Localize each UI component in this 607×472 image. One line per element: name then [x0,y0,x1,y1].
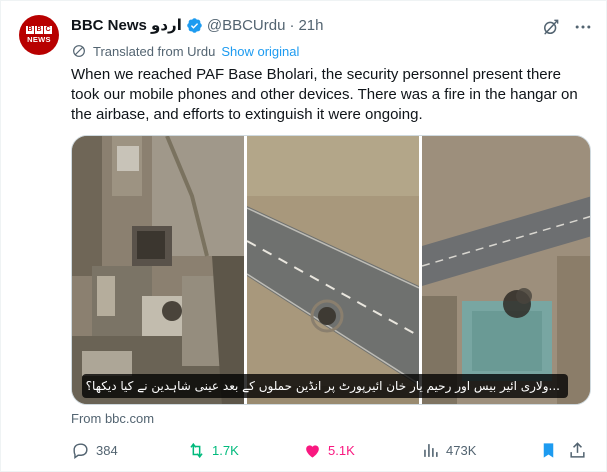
retweet-icon [190,442,203,459]
logo-letter-1: B [26,26,34,34]
like-button[interactable]: 5.1K [303,441,355,460]
bookmark-button[interactable] [539,441,558,460]
tweet-container[interactable]: B B C NEWS BBC News اردو @BBCUrdu · 21h … [0,0,607,472]
share-icon [570,442,585,458]
logo-letter-3: C [44,26,52,34]
views-button[interactable]: 473K [421,441,476,460]
translated-label: Translated from Urdu [93,43,216,59]
link-card[interactable]: ...ولاری ائیر بیس اور رحیم یار خان ائیرپ… [71,135,591,405]
grok-icon[interactable] [541,17,561,37]
timestamp[interactable]: 21h [298,17,323,34]
show-original-link[interactable]: Show original [221,44,299,59]
retweet-count: 1.7K [212,443,239,458]
separator-dot: · [289,16,295,34]
reply-count: 384 [96,443,118,458]
views-icon [424,444,438,457]
tweet-header: BBC News اردو @BBCUrdu · 21h [71,16,323,35]
satellite-image-1 [72,136,244,404]
verified-badge-icon[interactable] [186,17,203,34]
avatar[interactable]: B B C NEWS [19,15,59,55]
retweet-button[interactable]: 1.7K [187,441,239,460]
logo-letter-2: B [35,26,43,34]
views-count: 473K [446,443,477,458]
logo-news-text: NEWS [27,35,51,44]
handle[interactable]: @BBCUrdu [207,17,286,34]
reply-button[interactable]: 384 [71,441,118,460]
satellite-image-2 [247,136,419,404]
tweet-text: When we reached PAF Base Bholari, the se… [71,66,578,123]
bbc-logo: B B C [26,26,52,34]
satellite-image-3 [422,136,590,404]
share-button[interactable] [568,441,587,460]
translate-icon [73,45,85,57]
display-name[interactable]: BBC News اردو [71,16,182,34]
card-caption: ...ولاری ائیر بیس اور رحیم یار خان ائیرپ… [82,374,568,398]
reply-icon [73,443,88,460]
more-options-icon[interactable] [573,17,593,37]
heart-icon [306,445,319,458]
translation-notice: Translated from Urdu Show original [71,43,299,59]
card-source[interactable]: From bbc.com [71,411,154,426]
action-bar: 384 1.7K 5.1K 473K [71,441,591,463]
like-count: 5.1K [328,443,355,458]
bookmark-icon [543,443,554,458]
